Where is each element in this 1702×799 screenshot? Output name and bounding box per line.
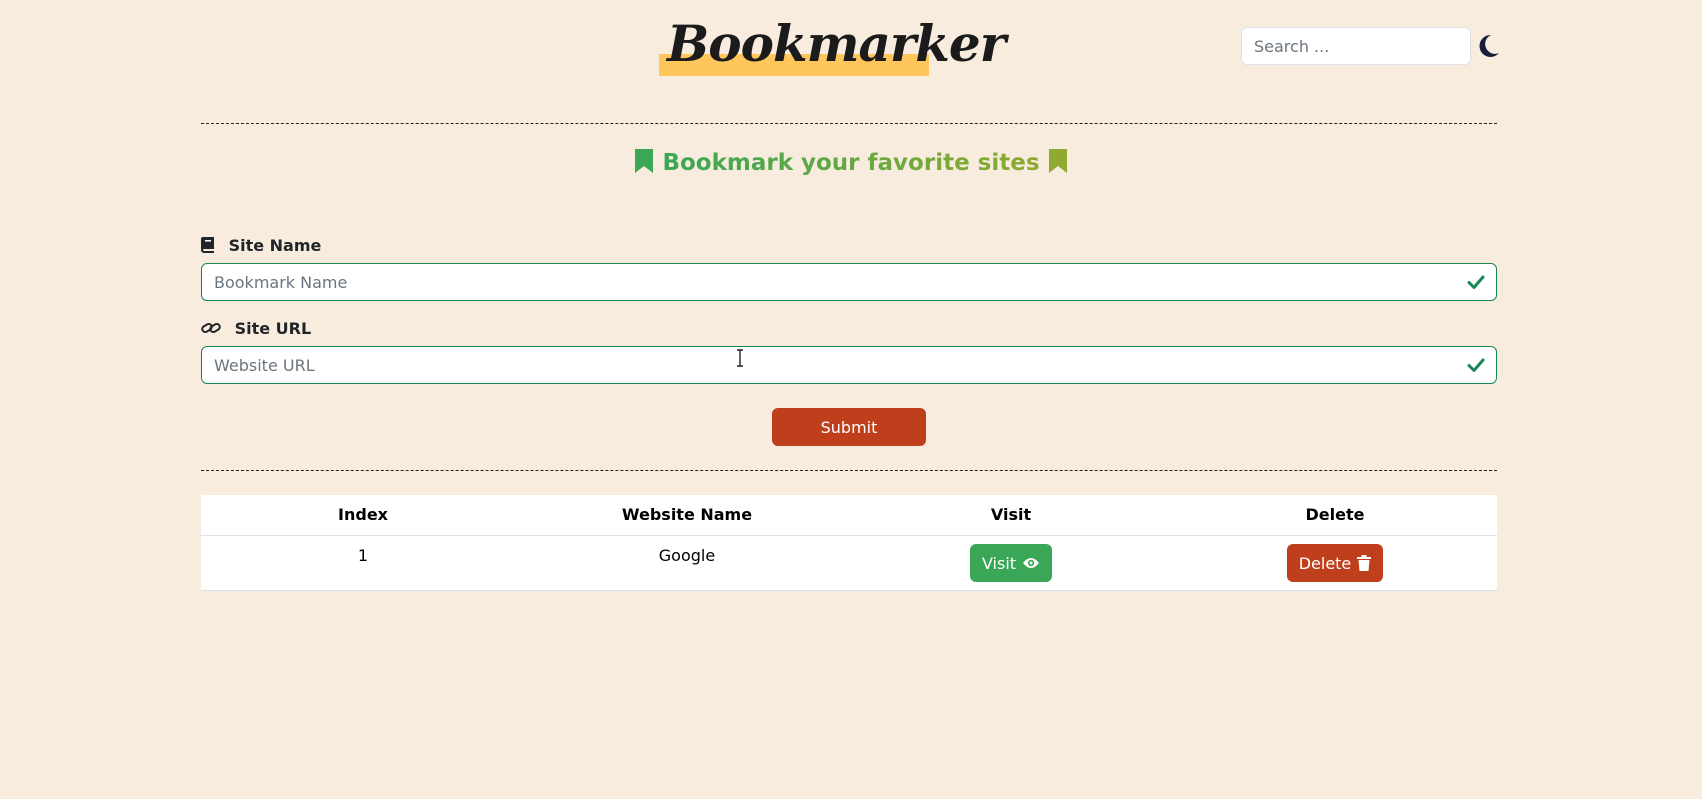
- site-url-label: Site URL: [201, 317, 311, 341]
- brand-logo: Bookmarker: [659, 14, 1013, 76]
- check-icon: [1467, 275, 1485, 289]
- search-input[interactable]: [1241, 27, 1471, 65]
- bookmark-icon: [635, 149, 654, 173]
- site-url-label-text: Site URL: [234, 319, 312, 338]
- brand-title: Bookmarker: [667, 14, 1006, 73]
- delete-button[interactable]: Delete: [1286, 544, 1384, 582]
- bottom-divider: [201, 470, 1497, 471]
- header: Bookmarker: [0, 0, 1702, 100]
- book-icon: [201, 237, 214, 253]
- site-url-input[interactable]: [201, 346, 1497, 384]
- bookmark-icon: [1048, 149, 1067, 173]
- top-divider: [201, 123, 1497, 124]
- submit-button[interactable]: Submit: [772, 408, 926, 446]
- bookmarks-table: Index Website Name Visit Delete 1 Google…: [201, 495, 1497, 591]
- row-visit-cell: Visit: [849, 536, 1173, 590]
- page-subtitle: Bookmark your favorite sites: [0, 146, 1702, 180]
- check-icon: [1467, 358, 1485, 372]
- text-cursor-icon: [737, 349, 743, 367]
- trash-icon: [1357, 555, 1372, 571]
- row-website-name: Google: [658, 546, 716, 565]
- visit-button[interactable]: Visit: [969, 544, 1053, 582]
- row-index: 1: [357, 546, 369, 565]
- site-name-label-text: Site Name: [228, 236, 322, 255]
- header-visit: Visit: [990, 505, 1032, 524]
- site-name-input[interactable]: [201, 263, 1497, 301]
- header-index: Index: [338, 505, 388, 524]
- table-header-row: Index Website Name Visit Delete: [201, 495, 1497, 536]
- header-website-name: Website Name: [621, 505, 753, 524]
- visit-button-label: Visit: [981, 553, 1017, 573]
- table-row: 1 Google Visit Delete: [201, 536, 1497, 591]
- header-delete: Delete: [1305, 505, 1365, 524]
- eye-icon: [1023, 558, 1040, 568]
- link-icon: [201, 323, 221, 333]
- row-delete-cell: Delete: [1173, 536, 1497, 590]
- moon-icon[interactable]: [1474, 32, 1502, 60]
- subtitle-text: Bookmark your favorite sites: [662, 150, 1040, 176]
- site-name-label: Site Name: [201, 234, 321, 258]
- delete-button-label: Delete: [1298, 553, 1352, 573]
